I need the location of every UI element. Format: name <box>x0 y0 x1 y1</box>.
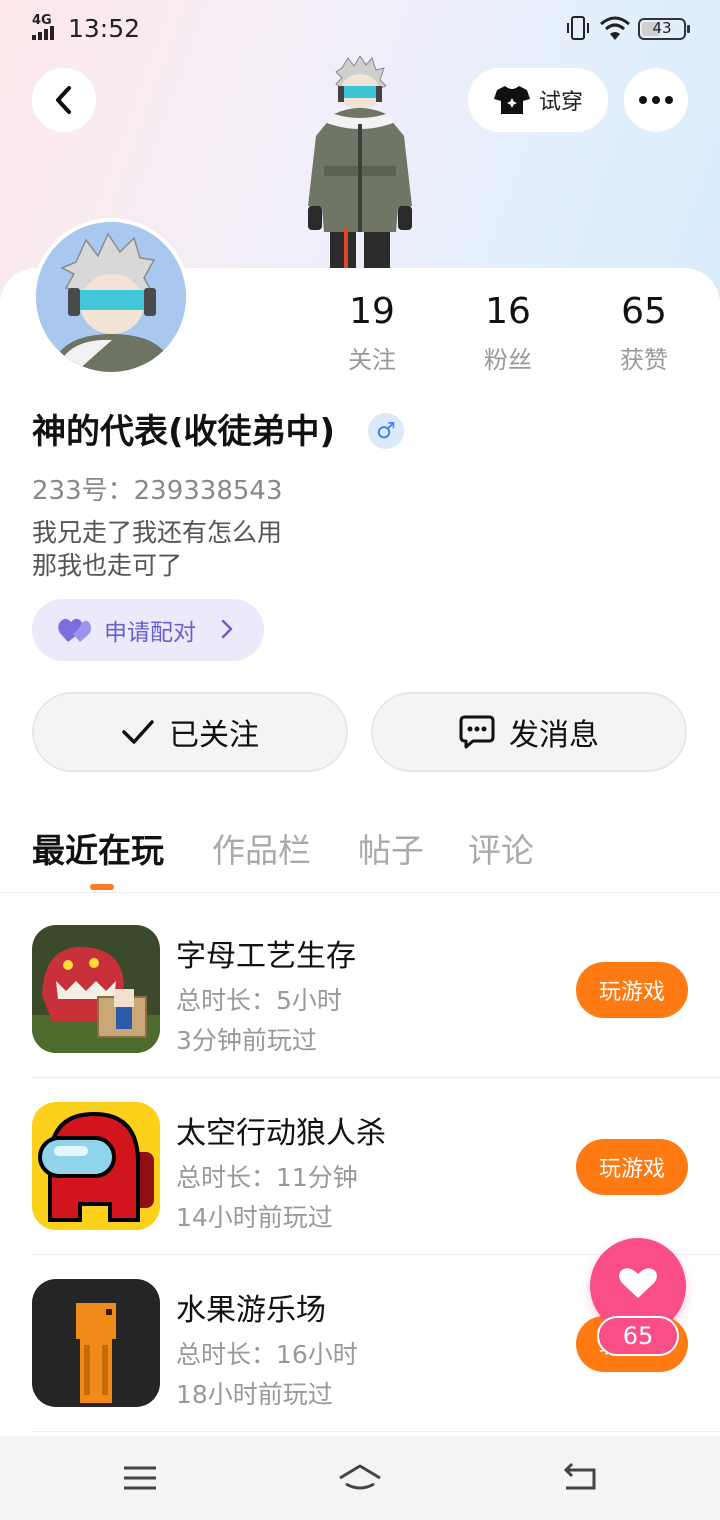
game-title: 太空行动狼人杀 <box>176 1116 386 1151</box>
game-total-duration: 总时长：5小时 <box>176 986 342 1015</box>
character-figure-image <box>308 56 412 268</box>
wifi-icon <box>600 16 630 40</box>
game-item[interactable]: 太空行动狼人杀 总时长：11分钟 14小时前玩过 玩游戏 <box>32 1102 688 1279</box>
game-last-played: 3分钟前玩过 <box>176 1026 317 1055</box>
game-item[interactable]: 水果游乐场 总时长：16小时 18小时前玩过 玩游戏 <box>32 1279 688 1456</box>
try-on-button[interactable]: 试穿 <box>468 68 608 132</box>
game-last-played: 18小时前玩过 <box>176 1380 333 1409</box>
heart-icon <box>619 1268 657 1298</box>
stat-following[interactable]: 19 关注 <box>312 290 432 375</box>
bio-line: 那我也走可了 <box>32 551 183 580</box>
game-icon-alphabet-craft <box>32 925 160 1053</box>
active-tab-indicator <box>90 884 114 890</box>
back-nav-icon[interactable] <box>558 1462 602 1494</box>
vibrate-icon <box>567 16 589 40</box>
game-title: 水果游乐场 <box>176 1293 326 1328</box>
menu-icon[interactable] <box>118 1462 162 1494</box>
stat-followers[interactable]: 16 粉丝 <box>448 290 568 375</box>
game-total-duration: 总时长：11分钟 <box>176 1163 358 1192</box>
followed-label: 已关注 <box>169 718 259 753</box>
avatar-image <box>36 222 186 372</box>
play-game-button[interactable]: 玩游戏 <box>576 962 688 1018</box>
request-pair-label: 申请配对 <box>104 620 196 646</box>
bio-line: 我兄走了我还有怎么用 <box>32 518 283 547</box>
chat-bubble-icon <box>459 715 495 749</box>
battery-level: 43 <box>652 19 672 37</box>
battery-icon: 43 <box>638 18 690 40</box>
user-id: 233号：239338543 <box>32 476 283 506</box>
followers-label: 粉丝 <box>484 346 532 374</box>
game-thumbnail <box>32 1279 160 1407</box>
play-game-button[interactable]: 玩游戏 <box>576 1139 688 1195</box>
back-button[interactable] <box>32 68 96 132</box>
following-count: 19 <box>349 291 395 332</box>
game-thumbnail <box>32 925 160 1053</box>
like-count-badge: 65 <box>597 1316 679 1356</box>
game-total-duration: 总时长：16小时 <box>176 1340 358 1369</box>
send-message-button[interactable]: 发消息 <box>371 692 687 772</box>
more-options-button[interactable] <box>624 68 688 132</box>
game-title: 字母工艺生存 <box>176 939 356 974</box>
divider <box>32 1431 720 1432</box>
likes-count: 65 <box>621 291 667 332</box>
tshirt-icon <box>493 86 530 114</box>
following-label: 关注 <box>348 346 396 374</box>
male-icon: ♂ <box>368 413 404 449</box>
followed-button[interactable]: 已关注 <box>32 692 348 772</box>
chevron-right-icon <box>221 619 233 639</box>
send-message-label: 发消息 <box>509 718 599 753</box>
checkmark-icon <box>122 720 154 744</box>
game-last-played: 14小时前玩过 <box>176 1203 333 1232</box>
signal-icon <box>32 26 60 40</box>
try-on-label: 试穿 <box>538 90 583 115</box>
game-item[interactable]: 字母工艺生存 总时长：5小时 3分钟前玩过 玩游戏 <box>32 925 688 1102</box>
game-icon-among-us <box>32 1102 160 1230</box>
tab-posts[interactable]: 帖子 <box>358 824 424 872</box>
status-bar: 4G 13:52 43 <box>0 0 720 56</box>
tab-works[interactable]: 作品栏 <box>212 824 311 872</box>
stat-likes[interactable]: 65 获赞 <box>584 290 704 375</box>
tab-comments[interactable]: 评论 <box>468 824 534 872</box>
likes-label: 获赞 <box>620 346 668 374</box>
clock: 13:52 <box>68 14 141 43</box>
home-icon[interactable] <box>336 1462 384 1494</box>
bio: 我兄走了我还有怎么用 那我也走可了 <box>32 516 282 582</box>
system-navigation-bar <box>0 1436 720 1520</box>
request-pair-button[interactable]: 申请配对 <box>32 599 264 661</box>
game-icon-fruit-playground <box>32 1279 160 1407</box>
chevron-left-icon <box>56 86 71 114</box>
divider <box>32 1077 720 1078</box>
username: 神的代表(收徒弟中) <box>32 412 336 452</box>
tab-recently-played[interactable]: 最近在玩 <box>32 824 164 872</box>
avatar[interactable] <box>32 218 190 376</box>
game-thumbnail <box>32 1102 160 1230</box>
followers-count: 16 <box>485 291 531 332</box>
more-dots-icon <box>639 96 673 104</box>
divider <box>0 892 720 893</box>
hearts-icon <box>58 618 92 642</box>
